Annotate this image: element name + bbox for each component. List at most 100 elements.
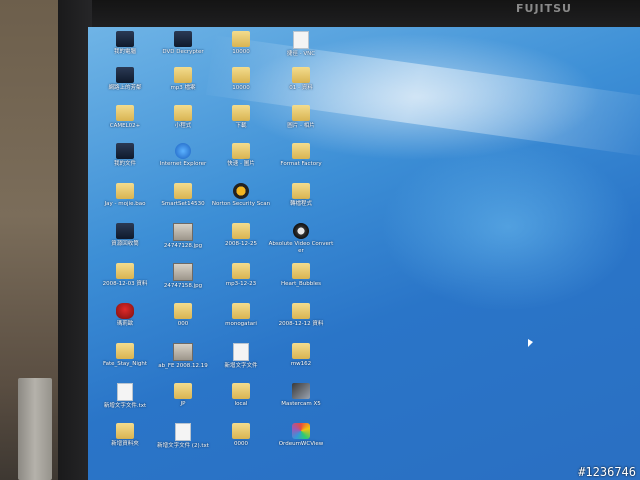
- folder-icon: [232, 31, 250, 47]
- folder-icon: [174, 67, 192, 83]
- desktop-icon[interactable]: Absolute Video Converter: [268, 223, 334, 254]
- folder-icon: [292, 67, 310, 83]
- folder-icon: [116, 183, 134, 199]
- monitor-brand-logo: FUJITSU: [516, 2, 572, 15]
- desktop-icon[interactable]: 2008-12-03 資料: [92, 263, 158, 288]
- desktop-icon[interactable]: CAMEL02+: [92, 105, 158, 130]
- folder-icon: [174, 383, 192, 399]
- desktop-icon[interactable]: Heart_Bubbles: [268, 263, 334, 288]
- desktop-icon-label: 瑪莉歐: [116, 321, 134, 327]
- desktop-icon-label: 捷徑 - VNC: [286, 51, 316, 57]
- desktop-icon-label: 10000: [232, 85, 250, 91]
- desktop-icon[interactable]: 2008-12-12 資料: [268, 303, 334, 328]
- desktop-icon-label: Mastercam X5: [281, 401, 321, 407]
- desktop-icon-label: Internet Explorer: [159, 161, 207, 167]
- document-icon: [175, 423, 191, 441]
- desktop-icon[interactable]: 10000: [208, 67, 274, 92]
- desktop-icon[interactable]: 快速 - 圖片: [208, 143, 274, 168]
- video-reel-icon: [293, 223, 309, 239]
- desktop-icon[interactable]: Mastercam X5: [268, 383, 334, 408]
- desktop-screen[interactable]: 我的電腦 DVD Decrypter 10000 捷徑 - VNC 網路上的芳鄰 mp3 …: [88, 27, 640, 480]
- folder-icon: [232, 105, 250, 121]
- desktop-icon[interactable]: monogatari: [208, 303, 274, 328]
- desktop-icon-label: Heart_Bubbles: [280, 281, 322, 287]
- my-documents-icon: [116, 143, 134, 159]
- desktop-icon[interactable]: 2008-12-25: [208, 223, 274, 248]
- folder-icon: [232, 223, 250, 239]
- desktop-icon-label: 圖片 - 相片: [287, 123, 315, 129]
- desktop-icon[interactable]: 新增文字文件: [208, 343, 274, 370]
- desktop-icon[interactable]: 下載: [208, 105, 274, 130]
- desktop-icon[interactable]: OrdeumWCView: [268, 423, 334, 448]
- desktop-icon[interactable]: mp3 檔案: [150, 67, 216, 92]
- desktop-icon-label: JP: [180, 401, 186, 407]
- desktop-icon[interactable]: 轉檔程式: [268, 183, 334, 208]
- desktop-icon-label: 24747128.jpg: [163, 243, 203, 249]
- desktop-icon[interactable]: 24747158.jpg: [150, 263, 216, 290]
- folder-icon: [292, 143, 310, 159]
- desktop-icon[interactable]: SmartSet14530: [150, 183, 216, 208]
- desktop-icon[interactable]: 24747128.jpg: [150, 223, 216, 250]
- desktop-icon[interactable]: Format Factory: [268, 143, 334, 168]
- desktop-icon-label: 0000: [234, 441, 248, 447]
- desktop-icon-label: ab_FE 2008.12.19: [158, 363, 208, 369]
- desktop-icon[interactable]: mp3-12-23: [208, 263, 274, 288]
- desktop-icon[interactable]: 捷徑 - VNC: [268, 31, 334, 58]
- desktop-icon[interactable]: 我的電腦: [92, 31, 158, 56]
- watermark: #1236746: [578, 465, 636, 479]
- desktop-icon-label: 新增文字文件 (2).txt: [157, 443, 209, 449]
- desktop-icon-label: mp3 檔案: [170, 85, 196, 91]
- desktop-icon[interactable]: mw162: [268, 343, 334, 368]
- desktop-icon-label: 新增文字文件.txt: [103, 403, 147, 409]
- desktop-icon-label: Fate_Stay_Night: [102, 361, 148, 367]
- folder-icon: [174, 183, 192, 199]
- color-app-icon: [292, 423, 310, 439]
- desktop-icon[interactable]: Fate_Stay_Night: [92, 343, 158, 368]
- desktop-icon[interactable]: 網路上的芳鄰: [92, 67, 158, 92]
- desktop-icon-label: monogatari: [225, 321, 257, 327]
- desktop-icon-label: 轉檔程式: [289, 201, 312, 207]
- folder-icon: [116, 343, 134, 359]
- desktop-icon[interactable]: 瑪莉歐: [92, 303, 158, 328]
- photo-scene: FUJITSU 我的電腦 DVD Decrypter 10000 捷徑 - VNC 網路…: [0, 0, 640, 480]
- desktop-icon[interactable]: 新增資料夾: [92, 423, 158, 448]
- desktop-icon[interactable]: Internet Explorer: [150, 143, 216, 168]
- desktop-icon[interactable]: 資源回收筒: [92, 223, 158, 248]
- desktop-icon-label: 10000: [232, 49, 250, 55]
- desktop-icon[interactable]: local: [208, 383, 274, 408]
- room-wall: [0, 0, 62, 480]
- mouse-cursor-icon: [528, 339, 533, 347]
- folder-icon: [292, 105, 310, 121]
- monitor-bezel-left: [58, 0, 92, 480]
- desktop-icon[interactable]: 我的文件: [92, 143, 158, 168]
- desktop-icon[interactable]: 0000: [208, 423, 274, 448]
- folder-icon: [174, 105, 192, 121]
- desktop-icon[interactable]: 000: [150, 303, 216, 328]
- dvd-icon: [174, 31, 192, 47]
- folder-icon: [232, 303, 250, 319]
- desktop-icon[interactable]: ab_FE 2008.12.19: [150, 343, 216, 370]
- desktop-icon[interactable]: JP: [150, 383, 216, 408]
- folder-icon: [116, 105, 134, 121]
- desktop-icon[interactable]: 圖片 - 相片: [268, 105, 334, 130]
- desktop-icon-label: 資源回收筒: [111, 241, 139, 247]
- desktop-icon[interactable]: 01 - 資料: [268, 67, 334, 92]
- desktop-icon-label: DVD Decrypter: [162, 49, 204, 55]
- desktop-icon-label: 2008-12-03 資料: [102, 281, 148, 287]
- desktop-icon[interactable]: 新增文字文件.txt: [92, 383, 158, 410]
- desktop-icon[interactable]: Jay - mojie.bao: [92, 183, 158, 208]
- desktop-icon-label: 01 - 資料: [289, 85, 313, 91]
- desktop-icon-label: 快速 - 圖片: [227, 161, 255, 167]
- desktop-icon[interactable]: DVD Decrypter: [150, 31, 216, 56]
- desktop-icon[interactable]: Norton Security Scan: [208, 183, 274, 208]
- desktop-icon-label: 小程式: [174, 123, 192, 129]
- desktop-icon[interactable]: 10000: [208, 31, 274, 56]
- image-file-icon: [173, 223, 193, 241]
- desktop-icon-label: mp3-12-23: [225, 281, 257, 287]
- folder-icon: [292, 303, 310, 319]
- desktop-icon[interactable]: 新增文字文件 (2).txt: [150, 423, 216, 450]
- desktop-icon-label: 2008-12-25: [225, 241, 257, 247]
- desktop-icon[interactable]: 小程式: [150, 105, 216, 130]
- desktop-icon-label: Norton Security Scan: [211, 201, 271, 207]
- document-icon: [117, 383, 133, 401]
